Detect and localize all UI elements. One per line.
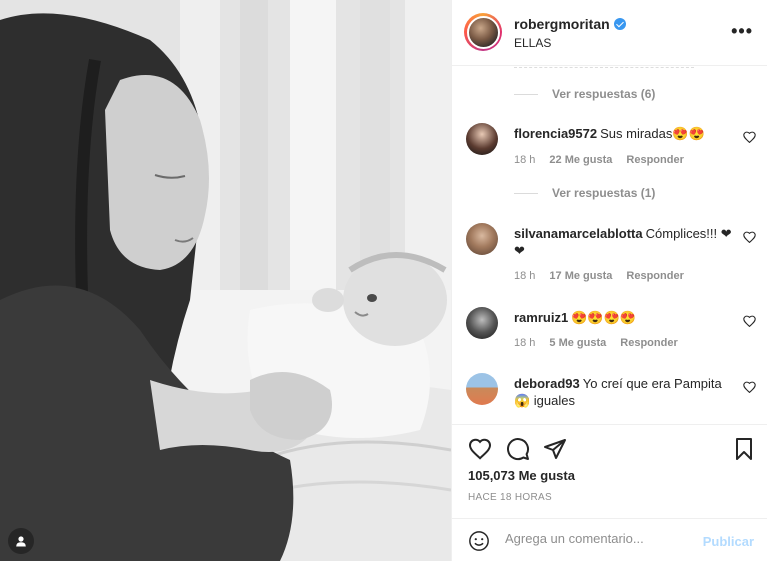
commenter-username[interactable]: ramruiz1 [514, 310, 568, 325]
emoji-icon[interactable] [468, 530, 490, 552]
comment-text-block: deborad93 Yo creí que era Pampita 😱 igual… [514, 375, 736, 409]
commenter-avatar[interactable] [466, 123, 498, 155]
comment-time[interactable]: 18 h [514, 154, 535, 166]
commenter-username[interactable]: florencia9572 [514, 126, 597, 141]
like-comment-heart-icon[interactable] [743, 231, 756, 243]
commenter-avatar[interactable] [466, 223, 498, 255]
comment-likes[interactable]: 5 Me gusta [549, 337, 606, 349]
like-heart-icon[interactable] [468, 437, 492, 461]
comment-text-block: silvanamarcelablotta Cómplices!!! ❤❤ [514, 225, 736, 259]
comment-item: ramruiz1 😍😍😍😍 18 h 5 Me gusta Responder [466, 307, 756, 357]
view-replies-button[interactable]: Ver respuestas (6) [514, 87, 655, 101]
post-side-panel: robergmoritan ELLAS ••• Ver respuestas (… [451, 0, 767, 561]
comments-list[interactable]: Ver respuestas (6) florencia9572 Sus mira… [452, 66, 767, 424]
post-caption-header: ELLAS [514, 36, 552, 50]
share-paper-plane-icon[interactable] [543, 437, 567, 461]
post-actions: 105,073 Me gusta HACE 18 HORAS [452, 424, 767, 518]
author-username[interactable]: robergmoritan [514, 16, 626, 32]
commenter-avatar[interactable] [466, 373, 498, 405]
comment-text: 😍😍😍😍 [571, 310, 636, 325]
author-username-text[interactable]: robergmoritan [514, 16, 610, 32]
comment-text-block: florencia9572 Sus miradas😍😍 [514, 125, 736, 142]
comment-item: florencia9572 Sus miradas😍😍 18 h 22 Me gu… [466, 123, 756, 173]
comment-time[interactable]: 18 h [514, 337, 535, 349]
save-bookmark-icon[interactable] [732, 437, 756, 461]
view-replies-button[interactable]: Ver respuestas (1) [514, 186, 655, 200]
post-header: robergmoritan ELLAS ••• [452, 0, 767, 66]
reply-button[interactable]: Responder [626, 270, 683, 282]
comment-meta: 18 h 22 Me gusta Responder [514, 154, 684, 166]
comment-meta: 18 h 5 Me gusta Responder [514, 337, 678, 349]
view-replies-label[interactable]: Ver respuestas (6) [552, 87, 655, 101]
commenter-avatar[interactable] [466, 307, 498, 339]
more-options-icon[interactable]: ••• [731, 22, 753, 40]
replies-divider [514, 192, 538, 194]
comment-item: deborad93 Yo creí que era Pampita 😱 igual… [466, 373, 756, 421]
comment-input[interactable] [505, 531, 695, 546]
photo-illustration [0, 0, 451, 561]
likes-count[interactable]: 105,073 Me gusta [468, 468, 575, 483]
comment-text-block: ramruiz1 😍😍😍😍 [514, 309, 736, 326]
reply-button[interactable]: Responder [620, 337, 677, 349]
comment-likes[interactable]: 17 Me gusta [549, 270, 612, 282]
comment-time[interactable]: 18 h [514, 270, 535, 282]
comment-composer: Publicar [452, 518, 767, 561]
view-replies-label[interactable]: Ver respuestas (1) [552, 186, 655, 200]
publish-button[interactable]: Publicar [703, 534, 754, 549]
author-avatar[interactable] [464, 13, 502, 51]
comment-likes[interactable]: 22 Me gusta [549, 154, 612, 166]
commenter-username[interactable]: silvanamarcelablotta [514, 226, 643, 241]
comment-item: silvanamarcelablotta Cómplices!!! ❤❤ 18 h… [466, 223, 756, 287]
comment-text: Sus miradas😍😍 [600, 126, 705, 141]
comment-bubble-icon[interactable] [506, 437, 530, 461]
author-avatar-image [466, 15, 500, 49]
post-photo[interactable] [0, 0, 451, 561]
like-comment-heart-icon[interactable] [743, 315, 756, 327]
post-time-ago[interactable]: HACE 18 HORAS [468, 492, 552, 503]
comment-meta: 18 h 17 Me gusta Responder [514, 270, 684, 282]
user-icon [16, 536, 26, 547]
replies-divider [514, 93, 538, 95]
tagged-users-button[interactable] [8, 528, 34, 554]
verified-badge-icon [613, 18, 626, 30]
reply-button[interactable]: Responder [626, 154, 683, 166]
commenter-username[interactable]: deborad93 [514, 376, 580, 391]
scrolled-content-edge [514, 66, 694, 68]
like-comment-heart-icon[interactable] [743, 131, 756, 143]
like-comment-heart-icon[interactable] [743, 381, 756, 393]
